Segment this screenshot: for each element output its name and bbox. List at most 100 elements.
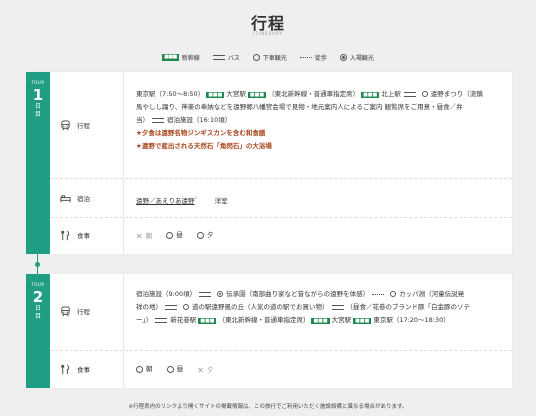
bus-icon: [212, 55, 225, 60]
meal-lunch: 昼: [166, 229, 183, 242]
legend-label: 入場観光: [349, 55, 374, 62]
shinkansen-icon: ■■■: [353, 318, 372, 324]
highlight-1: ★夕食は遠野名物ジンギスカンを含む和食膳: [136, 129, 266, 137]
day-unit: 日: [34, 305, 41, 312]
schedule-head: 行程: [50, 72, 124, 178]
meal-body: 朝 昼 ✕ 夕: [124, 351, 512, 388]
cross-icon: ✕: [136, 232, 143, 241]
meal-label: 昼: [176, 365, 184, 373]
cutlery-icon: [61, 364, 70, 375]
shinkansen-icon: ■■■: [361, 92, 380, 98]
shinkansen-icon: ■■■: [198, 318, 217, 324]
meal-label: 夕: [206, 231, 214, 239]
meal-label: 夕: [206, 366, 214, 374]
lodging-room-type: 洋室: [214, 197, 228, 206]
meal-dinner: 夕: [196, 229, 214, 242]
walk-icon: [299, 57, 312, 58]
segment: 宿泊施設（16:10頃）: [167, 116, 232, 124]
segment: （昼食／花巻のブランド豚「白金豚のソテ: [346, 303, 471, 311]
meal-breakfast: 朝: [136, 363, 153, 376]
meal-breakfast: ✕ 朝: [136, 230, 152, 243]
train-icon: [61, 306, 70, 317]
meal-lunch: 昼: [166, 363, 184, 376]
admission-icon: [217, 291, 224, 297]
meal-row: 食事 ✕ 朝 昼 夕: [50, 218, 512, 254]
segment: 祥の地）: [136, 303, 162, 311]
circle-icon: [166, 366, 174, 373]
admission-icon: [339, 54, 347, 61]
bus-icon: [152, 117, 164, 123]
walk-icon: [372, 293, 385, 295]
segment: ー」）: [136, 316, 153, 324]
stopover-icon: [421, 91, 428, 97]
segment: 遠野まつり（流鏑: [430, 90, 483, 98]
page-subtitle: ITINERARY: [253, 31, 283, 36]
cross-icon: ✕: [197, 366, 204, 375]
segment: 伝承園（南部曲り家など昔ながらの遠野を体感）: [226, 290, 370, 298]
day-2-tab: TOUR 2 日 目: [26, 274, 50, 388]
meal-head: 食事: [50, 218, 124, 254]
day-unit: 日: [34, 103, 41, 110]
bus-icon: [403, 91, 416, 97]
schedule-line-2: 馬やしし踊り、神楽の奉納などを遠野郷八幡宮会場で見物・地元案内人によるご案内 観…: [136, 103, 463, 111]
segment: 新花巻駅: [170, 316, 197, 324]
bus-icon: [165, 304, 177, 310]
schedule-body: 東京駅（7:50〜8:50） ■■■ 大宮駅 ■■■ （東北新幹線・普通車指定席） ■■■…: [124, 72, 512, 178]
schedule-row: 行程 宿泊施設（9:00頃） 伝承園（南部曲り家など昔ながらの遠野を体感） カッパ淵…: [50, 274, 512, 350]
schedule-line-3: ー」） 新花巻駅 ■■■ （東北新幹線・普通車指定席） ■■■ 大宮駅 ■■■ 東京駅（17:…: [136, 314, 498, 327]
bus-icon: [331, 304, 344, 310]
schedule-line-1: 宿泊施設（9:00頃） 伝承園（南部曲り家など昔ながらの遠野を体感） カッパ淵（河童…: [136, 288, 498, 301]
stopover-icon: [252, 54, 260, 61]
shinkansen-icon: ■■■: [311, 318, 330, 324]
row-label: 行程: [77, 122, 90, 130]
bed-icon: [60, 195, 71, 203]
stopover-icon: [183, 304, 189, 310]
segment: （東北新幹線・普通車指定席）: [268, 90, 360, 98]
meal-label: 昼: [176, 231, 183, 239]
schedule-line-3: 当） 宿泊施設（16:10頃）: [136, 114, 498, 127]
segment: 東京駅（7:50〜8:50）: [136, 90, 205, 98]
lodging-body: 遠野／あえりあ遠野? 洋室: [124, 179, 512, 217]
train-icon: [61, 120, 70, 131]
segment: 当）: [136, 116, 149, 124]
external-link-icon[interactable]: ?: [195, 196, 197, 201]
highlight-2: ★遠野で産出される天然石「角閃石」の大浴場: [136, 142, 272, 150]
segment: （東北新幹線・普通車指定席）: [218, 316, 310, 324]
cutlery-icon: [61, 230, 70, 241]
legend-admission: 入場観光: [339, 53, 374, 62]
legend-bus: バス: [212, 53, 240, 62]
legend-label: 徒歩: [314, 55, 327, 62]
meal-body: ✕ 朝 昼 夕: [124, 218, 512, 254]
lodging-link[interactable]: 遠野／あえりあ遠野: [136, 197, 195, 205]
meal-dinner: ✕ 夕: [197, 364, 213, 377]
segment: 大宮駅: [226, 90, 246, 98]
day-unit: 目: [34, 111, 41, 118]
row-label: 食事: [77, 232, 90, 240]
segment: カッパ淵（河童伝説発: [399, 290, 465, 298]
meal-head: 食事: [50, 351, 124, 388]
circle-icon: [166, 232, 174, 239]
day-1-tab: TOUR 1 日 目: [26, 72, 50, 254]
legend-label: 下車観光: [262, 55, 287, 62]
meal-row: 食事 朝 昼 ✕ 夕: [50, 351, 512, 388]
day-2-card: TOUR 2 日 目 行程 宿泊施設（9:00頃） 伝承園（南部曲り家など昔ながら…: [26, 274, 512, 388]
circle-icon: [196, 232, 204, 239]
lodging-row: 宿泊 遠野／あえりあ遠野? 洋室: [50, 179, 512, 217]
tour-label: TOUR: [31, 282, 45, 287]
schedule-line-2: 祥の地） 道の駅遠野風の丘（人気の道の駅でお買い物） （昼食／花巻のブランド豚「白金…: [136, 301, 498, 314]
row-label: 食事: [77, 366, 90, 374]
legend-label: バス: [227, 55, 240, 62]
schedule-line-1: 東京駅（7:50〜8:50） ■■■ 大宮駅 ■■■ （東北新幹線・普通車指定席） ■■■…: [136, 88, 498, 101]
day-connector-dot: [35, 262, 40, 267]
legend: ■■■ 新幹線 バス 下車観光 徒歩 入場観光: [0, 53, 536, 62]
stopover-icon: [390, 291, 397, 297]
meal-label: 朝: [146, 365, 153, 373]
schedule-head: 行程: [50, 274, 124, 350]
day-number: 2: [32, 288, 44, 306]
shinkansen-icon: ■■■: [162, 54, 179, 61]
legend-stopover: 下車観光: [252, 53, 287, 62]
segment: 大宮駅: [331, 316, 352, 324]
segment: 北上駅: [381, 90, 401, 98]
row-label: 行程: [77, 308, 90, 316]
meal-label: 朝: [145, 232, 153, 240]
